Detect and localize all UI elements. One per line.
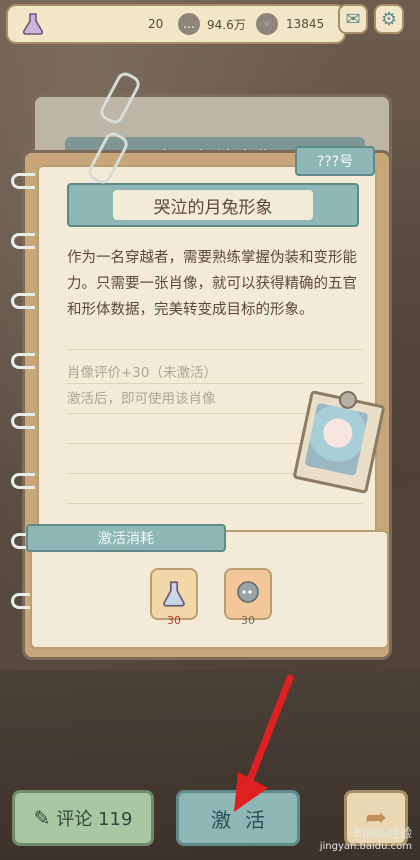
annotation-arrow xyxy=(234,674,294,812)
watermark: Baidu经验 jingyan.baidu.com xyxy=(320,826,412,854)
watermark-line1: Baidu经验 xyxy=(353,826,412,840)
watermark-line2: jingyan.baidu.com xyxy=(319,841,412,852)
